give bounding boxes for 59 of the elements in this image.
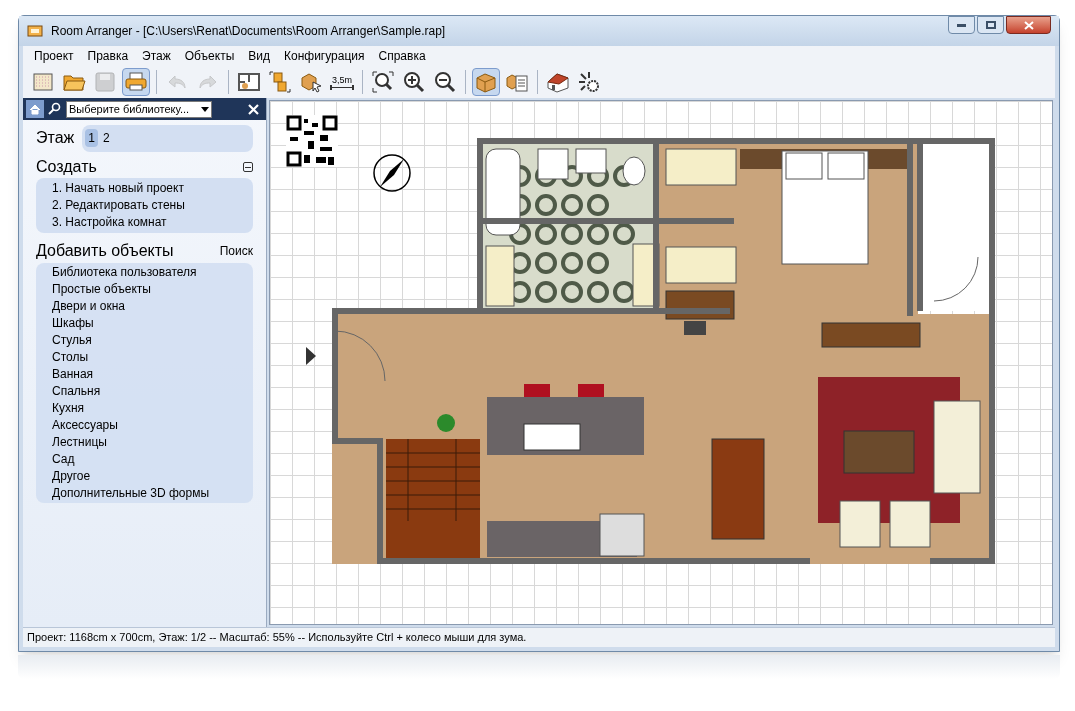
search-link[interactable]: Поиск (219, 242, 253, 260)
category-link[interactable]: Двери и окна (52, 298, 237, 315)
category-link[interactable]: Столы (52, 349, 237, 366)
category-link[interactable]: Сад (52, 451, 237, 468)
ruler-icon (330, 84, 354, 90)
dropdown-arrow-icon (201, 106, 209, 112)
category-link[interactable]: Кухня (52, 400, 237, 417)
house-icon (546, 70, 570, 94)
close-icon[interactable] (248, 103, 259, 115)
step-link[interactable]: 1. Начать новый проект (52, 180, 237, 197)
category-link[interactable]: Спальня (52, 383, 237, 400)
maximize-button[interactable] (977, 16, 1004, 34)
category-link[interactable]: Ванная (52, 366, 237, 383)
category-link[interactable]: Аксессуары (52, 417, 237, 434)
minimize-button[interactable] (948, 16, 975, 34)
category-link[interactable]: Другое (52, 468, 237, 485)
step-link[interactable]: 3. Настройка комнат (52, 214, 237, 231)
menu-item[interactable]: Этаж (135, 47, 178, 65)
floor-label: Этаж (36, 128, 75, 148)
collapse-button[interactable] (243, 162, 253, 172)
search-icon[interactable] (47, 102, 61, 116)
app-icon (27, 24, 43, 38)
floor-tab[interactable]: 1 (85, 129, 98, 147)
toolbar-button[interactable] (369, 68, 397, 96)
toolbar-button[interactable]: 3,5m (328, 68, 356, 96)
zoom-out-icon (433, 70, 457, 94)
menu-item[interactable]: Проект (27, 47, 81, 65)
library-dropdown[interactable]: Выберите библиотеку... (66, 100, 212, 118)
plan-canvas[interactable] (269, 100, 1053, 625)
category-link[interactable]: Лестницы (52, 434, 237, 451)
window-title: Room Arranger - [C:\Users\Renat\Documents\Room Arranger\Sample.rap] (51, 23, 446, 40)
zoom-fit-icon (371, 70, 395, 94)
category-link[interactable]: Стулья (52, 332, 237, 349)
close-icon (1023, 20, 1034, 30)
menu-item[interactable]: Конфигурация (277, 47, 372, 65)
category-link[interactable]: Библиотека пользователя (52, 264, 237, 281)
sparkle-gear-icon (577, 70, 601, 94)
category-link[interactable]: Шкафы (52, 315, 237, 332)
page-icon (31, 70, 55, 94)
menu-item[interactable]: Справка (371, 47, 433, 65)
section-title: Создать (36, 157, 97, 177)
menu-item[interactable]: Правка (80, 47, 136, 65)
floor-plan-icon (237, 70, 261, 94)
box-icon (474, 70, 498, 94)
qr-code-icon (286, 115, 338, 167)
section-title: Добавить объекты (36, 241, 174, 261)
zoom-in-icon (402, 70, 426, 94)
entrance-arrow-icon (306, 347, 316, 365)
close-button[interactable] (1006, 16, 1051, 34)
category-link[interactable]: Дополнительные 3D формы (52, 485, 237, 502)
floor-tab[interactable]: 2 (99, 129, 113, 147)
menu-item[interactable]: Объекты (177, 47, 242, 65)
home-icon (29, 103, 41, 115)
category-link[interactable]: Простые объекты (52, 281, 237, 298)
menu-item[interactable]: Вид (241, 47, 277, 65)
printer-icon (124, 70, 148, 94)
step-link[interactable]: 2. Редактировать стены (52, 197, 237, 214)
compass-icon (373, 154, 411, 192)
status-text: Проект: 1168cm x 700cm, Этаж: 1/2 -- Масштаб: 55% -- Используйте Ctrl + колесо мыши для зума. (27, 630, 527, 646)
